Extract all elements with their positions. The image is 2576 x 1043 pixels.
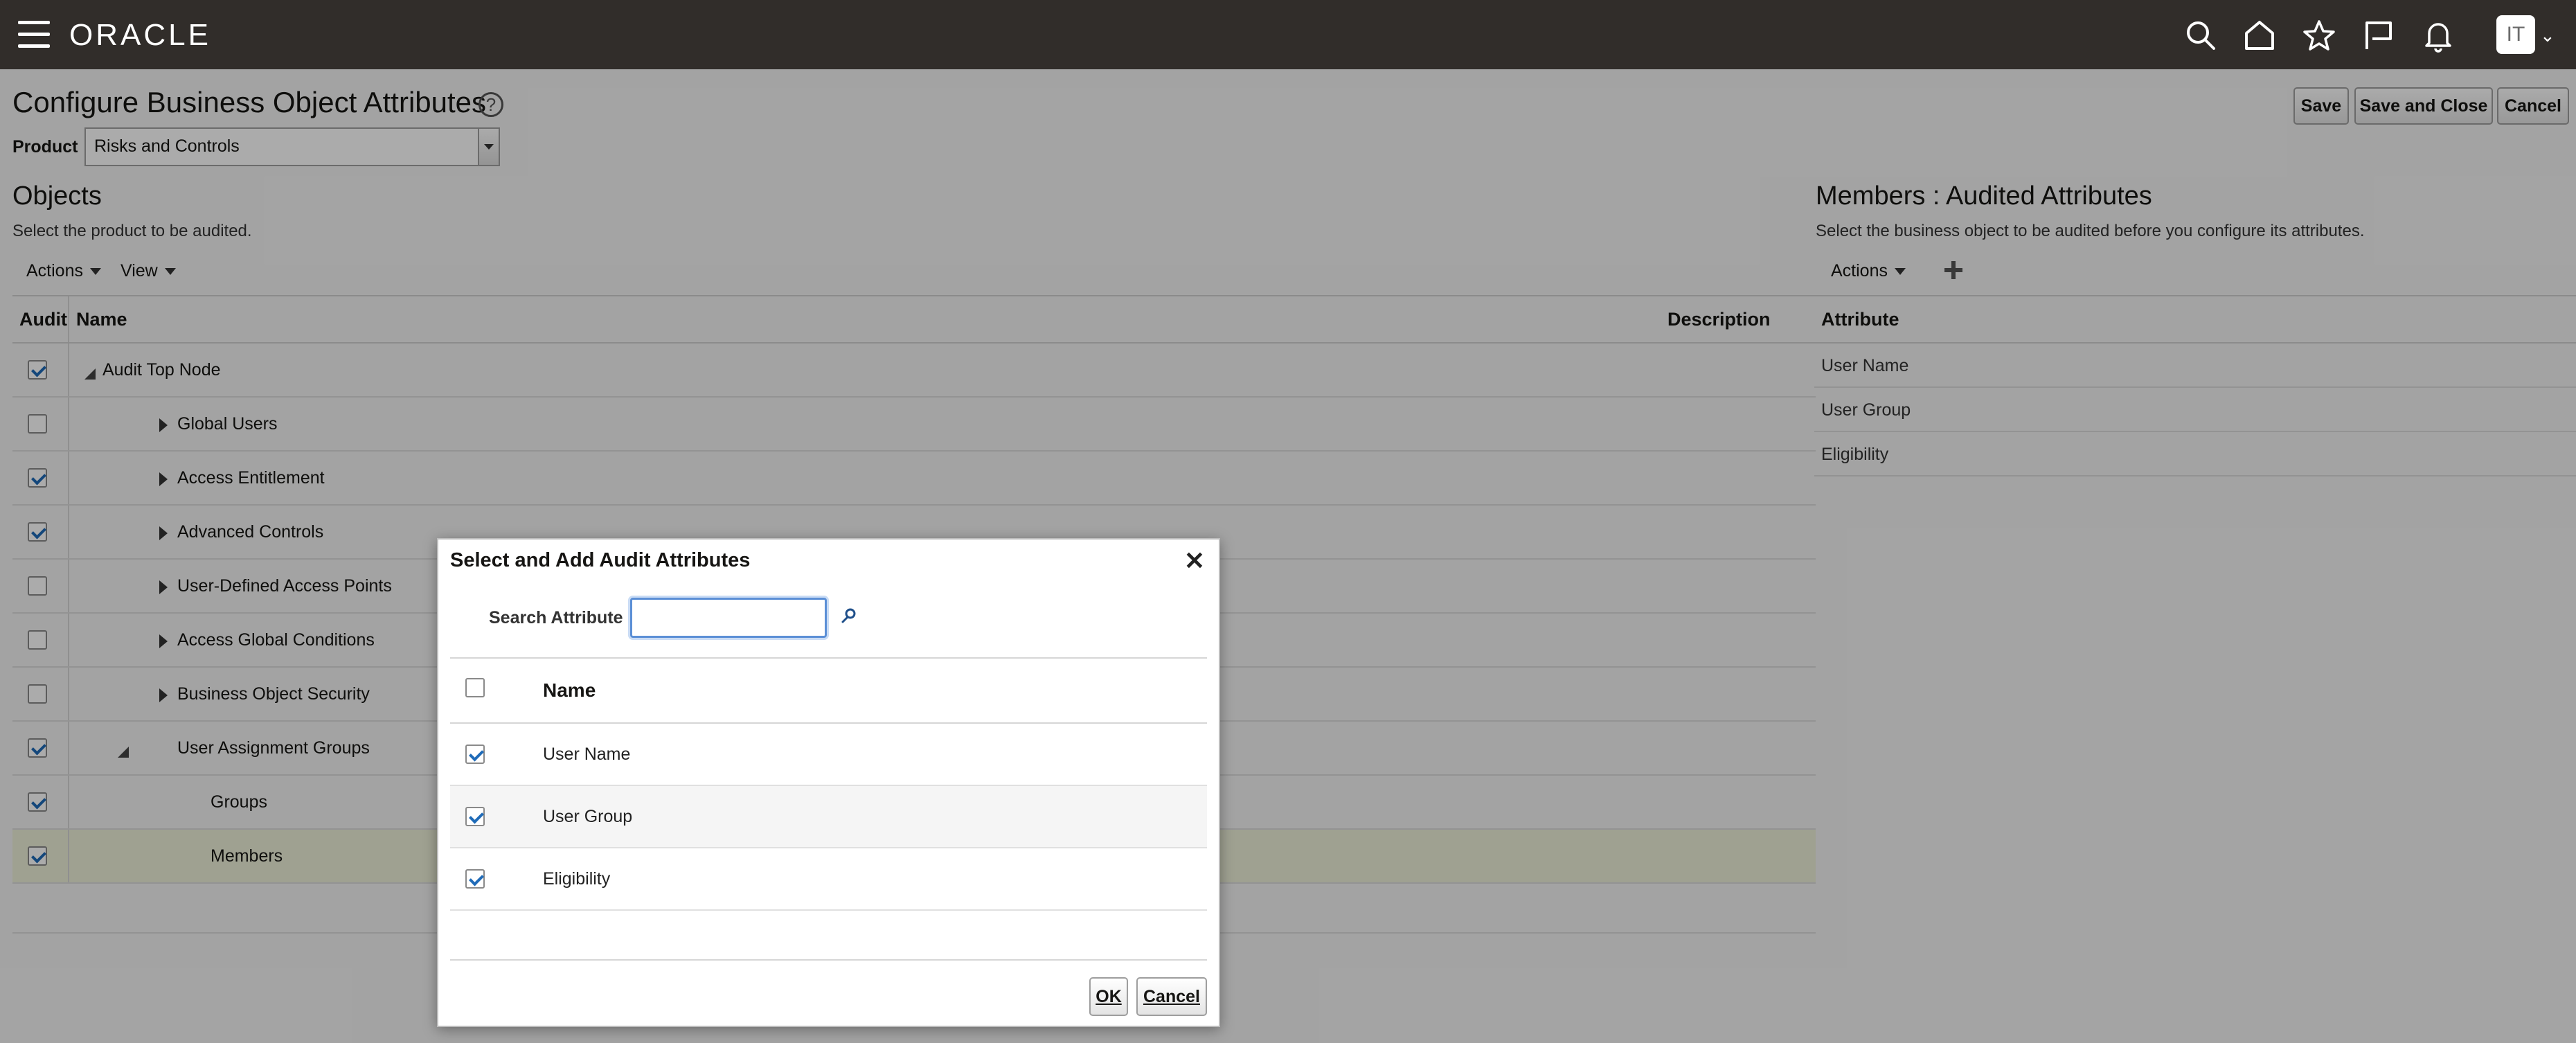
attribute-checkbox[interactable]	[465, 869, 485, 889]
search-icon[interactable]	[2183, 18, 2218, 53]
name-column-header[interactable]: Name	[543, 679, 596, 702]
select-all-checkbox[interactable]	[465, 678, 485, 697]
select-audit-attributes-dialog: Select and Add Audit Attributes ✕ Search…	[437, 538, 1220, 1027]
oracle-logo[interactable]: ORACLE	[69, 18, 211, 53]
ok-button[interactable]: OK	[1089, 977, 1128, 1016]
dialog-title: Select and Add Audit Attributes	[450, 549, 751, 571]
dialog-attribute-row[interactable]: User Group	[450, 786, 1207, 848]
attribute-name: User Name	[543, 745, 631, 764]
attribute-name: Eligibility	[543, 869, 611, 889]
modal-overlay	[0, 69, 2576, 1043]
search-attribute-input[interactable]	[630, 598, 827, 638]
notifications-bell-icon[interactable]	[2421, 18, 2456, 53]
dialog-attribute-row[interactable]: Eligibility	[450, 848, 1207, 911]
attribute-checkbox[interactable]	[465, 745, 485, 764]
favorites-star-icon[interactable]	[2302, 18, 2336, 53]
dialog-cancel-button[interactable]: Cancel	[1136, 977, 1207, 1016]
search-icon[interactable]	[840, 607, 858, 625]
dialog-attribute-row[interactable]: User Name	[450, 724, 1207, 786]
global-header: ORACLE IT ⌄	[0, 0, 2576, 69]
attribute-checkbox[interactable]	[465, 807, 485, 826]
chevron-down-icon[interactable]: ⌄	[2540, 25, 2555, 46]
close-icon[interactable]: ✕	[1184, 546, 1205, 576]
attribute-name: User Group	[543, 807, 633, 826]
flag-icon[interactable]	[2361, 18, 2396, 53]
divider	[450, 959, 1207, 961]
menu-icon[interactable]	[18, 21, 50, 48]
user-avatar[interactable]: IT	[2496, 15, 2535, 54]
search-attribute-label: Search Attribute	[489, 608, 623, 627]
divider	[450, 657, 1207, 659]
home-icon[interactable]	[2242, 18, 2277, 53]
